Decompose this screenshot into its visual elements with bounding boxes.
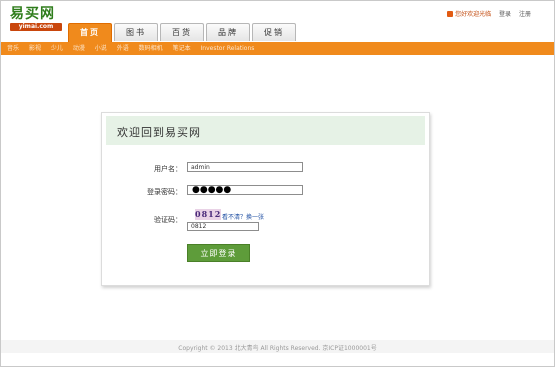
site-logo[interactable]: 易买网 yimai.com xyxy=(10,7,62,31)
subnav-item[interactable]: 外语 xyxy=(117,45,129,52)
captcha-label: 验证码： xyxy=(154,216,182,224)
subnav-item[interactable]: 影视 xyxy=(29,45,41,52)
top-links: 您好欢迎光临 登录 注册 xyxy=(441,9,531,18)
username-field[interactable]: admin xyxy=(187,162,303,172)
login-panel: 欢迎回到易买网 xyxy=(101,112,430,286)
copyright-text: Copyright © 2013 北大青鸟 All Rights Reserve… xyxy=(178,345,377,352)
subnav-item[interactable]: Investor Relations xyxy=(201,45,255,52)
tab-brands[interactable]: 品牌 xyxy=(206,23,250,41)
notice-icon xyxy=(447,11,454,17)
username-value: admin xyxy=(191,164,210,171)
logo-subtext: yimai.com xyxy=(10,23,62,31)
captcha-image[interactable]: 0812 xyxy=(195,209,221,220)
subnav-item[interactable]: 小说 xyxy=(95,45,107,52)
register-link[interactable]: 注册 xyxy=(519,11,531,18)
login-header: 欢迎回到易买网 xyxy=(106,116,425,145)
logo-text: 易买网 xyxy=(10,6,55,22)
captcha-refresh-link[interactable]: 看不清？换一张 xyxy=(222,212,264,221)
notice-link[interactable]: 您好欢迎光临 xyxy=(455,11,491,18)
login-title: 欢迎回到易买网 xyxy=(117,126,201,139)
tab-promotions[interactable]: 促销 xyxy=(252,23,296,41)
footer: Copyright © 2013 北大青鸟 All Rights Reserve… xyxy=(1,340,554,353)
sub-navigation-bar: 音乐 影视 少儿 动漫 小说 外语 数码相机 笔记本 Investor Rela… xyxy=(1,42,554,55)
password-field[interactable]: ●●●●● xyxy=(187,185,303,195)
tab-books[interactable]: 图书 xyxy=(114,23,158,41)
subnav-item[interactable]: 音乐 xyxy=(7,45,19,52)
captcha-value: 0812 xyxy=(191,223,207,230)
captcha-field[interactable]: 0812 xyxy=(187,222,259,231)
password-masked-value: ●●●●● xyxy=(192,185,232,195)
tab-home[interactable]: 首页 xyxy=(68,23,112,43)
subnav-item[interactable]: 笔记本 xyxy=(173,45,191,52)
subnav-item[interactable]: 少儿 xyxy=(51,45,63,52)
username-label: 用户名： xyxy=(154,165,182,173)
tab-general[interactable]: 百货 xyxy=(160,23,204,41)
password-label: 登录密码： xyxy=(147,188,182,196)
subnav-item[interactable]: 动漫 xyxy=(73,45,85,52)
login-button[interactable]: 立即登录 xyxy=(187,244,250,262)
subnav-item[interactable]: 数码相机 xyxy=(139,45,163,52)
login-link[interactable]: 登录 xyxy=(499,11,511,18)
sub-navigation: 音乐 影视 少儿 动漫 小说 外语 数码相机 笔记本 Investor Rela… xyxy=(7,44,262,53)
